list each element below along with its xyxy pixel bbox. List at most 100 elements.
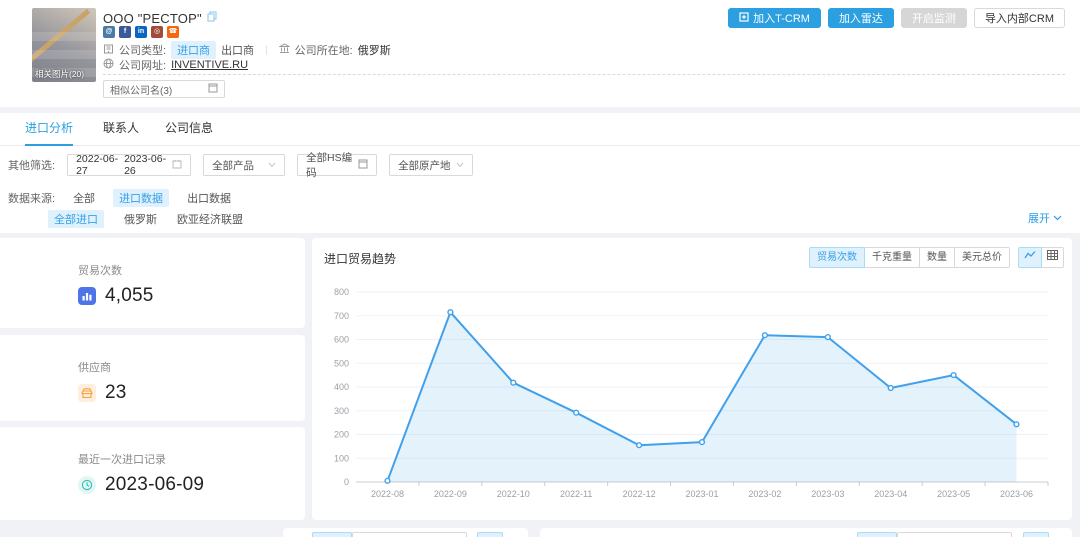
- photo-decor: [32, 50, 96, 59]
- add-to-tcrm-label: 加入T-CRM: [753, 10, 810, 26]
- add-to-radar-label: 加入雷达: [839, 10, 883, 26]
- building-icon: [103, 43, 114, 57]
- t-crm-icon: [739, 12, 749, 25]
- facebook-icon[interactable]: f: [119, 26, 131, 38]
- page: 相关图片(20) OOO "PECTOP" @ f in ◎ ☎ 公司类型: 进…: [0, 0, 1080, 537]
- start-monitoring-button[interactable]: 开启监测: [901, 8, 967, 28]
- chart-controls: 贸易次数 千克重量 数量 美元总价: [809, 247, 1064, 268]
- company-type-export-tag[interactable]: 出口商: [221, 42, 254, 58]
- data-source-row: 数据来源: 全部 进口数据 出口数据: [8, 189, 231, 207]
- start-monitoring-label: 开启监测: [912, 10, 956, 26]
- svg-text:300: 300: [334, 406, 349, 416]
- tab-contacts[interactable]: 联系人: [103, 113, 139, 146]
- import-trend-card: 进口贸易趋势 贸易次数 千克重量 数量 美元总价 010020030040050…: [312, 238, 1072, 520]
- sub-option-all-import[interactable]: 全部进口: [48, 210, 104, 228]
- table-view-button[interactable]: [1041, 247, 1064, 268]
- expand-link[interactable]: 展开: [1028, 210, 1062, 226]
- date-start: 2022-06-27: [76, 153, 124, 177]
- stat-card-suppliers: 供应商 23: [0, 335, 305, 421]
- svg-text:2022-12: 2022-12: [623, 489, 656, 499]
- clock-icon: [78, 476, 96, 494]
- source-option-export[interactable]: 出口数据: [187, 190, 231, 206]
- globe-icon: [103, 58, 114, 72]
- linkedin-icon[interactable]: in: [135, 26, 147, 38]
- svg-text:2022-10: 2022-10: [497, 489, 530, 499]
- metric-toggle-partial[interactable]: [897, 532, 1012, 537]
- divider: |: [265, 45, 268, 56]
- company-photo[interactable]: 相关图片(20): [32, 8, 96, 82]
- date-range-picker[interactable]: 2022-06-27 2023-06-26: [67, 154, 191, 176]
- instagram-icon[interactable]: ◎: [151, 26, 163, 38]
- location-label: 公司所在地:: [295, 42, 353, 58]
- data-source-label: 数据来源:: [8, 190, 55, 206]
- other-filters-label: 其他筛选:: [8, 157, 55, 173]
- phone-icon[interactable]: ☎: [167, 26, 179, 38]
- svg-text:2023-05: 2023-05: [937, 489, 970, 499]
- bar-chart-icon: [78, 287, 96, 305]
- metric-toggle-partial[interactable]: [857, 532, 897, 537]
- metric-toggle-group: 贸易次数 千克重量 数量 美元总价: [809, 247, 1010, 268]
- copy-icon[interactable]: [207, 9, 218, 27]
- tabs: 进口分析 联系人 公司信息: [0, 113, 1080, 146]
- product-select[interactable]: 全部产品: [203, 154, 285, 176]
- line-chart-icon: [1024, 248, 1036, 267]
- chevron-down-icon: [268, 159, 276, 171]
- stat-label: 贸易次数: [78, 262, 305, 278]
- import-internal-crm-label: 导入内部CRM: [985, 10, 1054, 26]
- view-toggle-partial[interactable]: [1023, 532, 1049, 537]
- table-icon: [1047, 248, 1058, 267]
- svg-text:2023-01: 2023-01: [685, 489, 718, 499]
- metric-kg-weight[interactable]: 千克重量: [864, 247, 920, 268]
- svg-text:0: 0: [344, 477, 349, 487]
- svg-text:2022-09: 2022-09: [434, 489, 467, 499]
- shop-icon: [78, 384, 96, 402]
- photo-decor: [32, 32, 96, 41]
- svg-text:2023-04: 2023-04: [874, 489, 907, 499]
- metric-quantity[interactable]: 数量: [919, 247, 955, 268]
- import-trend-line-chart[interactable]: 01002003004005006007008002022-082022-092…: [320, 282, 1064, 510]
- similar-companies-dropdown[interactable]: 相似公司名(3): [103, 80, 225, 98]
- tab-import-analysis[interactable]: 进口分析: [25, 113, 73, 146]
- view-toggle-group: [1018, 247, 1064, 268]
- svg-text:2023-06: 2023-06: [1000, 489, 1033, 499]
- origin-select[interactable]: 全部原产地: [389, 154, 473, 176]
- website-label: 公司网址:: [119, 57, 166, 73]
- chart-title: 进口贸易趋势: [324, 250, 396, 267]
- blog-icon[interactable]: @: [103, 26, 115, 38]
- add-to-radar-button[interactable]: 加入雷达: [828, 8, 894, 28]
- svg-text:700: 700: [334, 311, 349, 321]
- svg-text:500: 500: [334, 358, 349, 368]
- sub-option-eaeu[interactable]: 欧亚经济联盟: [177, 211, 243, 227]
- company-header: 相关图片(20) OOO "PECTOP" @ f in ◎ ☎ 公司类型: 进…: [0, 0, 1080, 107]
- view-toggle-partial[interactable]: [477, 532, 503, 537]
- add-to-tcrm-button[interactable]: 加入T-CRM: [728, 8, 821, 28]
- location-value: 俄罗斯: [358, 42, 391, 58]
- chevron-down-icon: [1053, 212, 1062, 224]
- chevron-down-icon: [456, 159, 464, 171]
- header-actions: 加入T-CRM 加入雷达 开启监测 导入内部CRM: [728, 8, 1065, 28]
- stat-card-trade-count: 贸易次数 4,055: [0, 238, 305, 328]
- hs-code-select[interactable]: 全部HS编码: [297, 154, 377, 176]
- date-end: 2023-06-26: [124, 153, 172, 177]
- website-row: 公司网址: INVENTIVE.RU: [103, 57, 248, 73]
- divider: [103, 74, 1065, 75]
- bank-icon: [279, 43, 290, 57]
- company-name: OOO "PECTOP": [103, 11, 202, 26]
- line-chart-view-button[interactable]: [1018, 247, 1042, 268]
- metric-trade-count[interactable]: 贸易次数: [809, 247, 865, 268]
- metric-usd-total[interactable]: 美元总价: [954, 247, 1010, 268]
- svg-text:2022-11: 2022-11: [560, 489, 592, 499]
- metric-toggle-partial[interactable]: [312, 532, 352, 537]
- related-images-label: 相关图片(20): [32, 68, 96, 80]
- stat-value: 2023-06-09: [105, 474, 204, 496]
- metric-toggle-partial[interactable]: [352, 532, 467, 537]
- website-link[interactable]: INVENTIVE.RU: [171, 59, 248, 71]
- svg-text:100: 100: [334, 453, 349, 463]
- import-internal-crm-button[interactable]: 导入内部CRM: [974, 8, 1065, 28]
- product-select-value: 全部产品: [212, 158, 254, 173]
- source-option-all[interactable]: 全部: [73, 190, 95, 206]
- stat-value: 4,055: [105, 285, 154, 307]
- sub-option-russia[interactable]: 俄罗斯: [124, 211, 157, 227]
- source-option-import[interactable]: 进口数据: [113, 189, 169, 207]
- tab-company-info[interactable]: 公司信息: [165, 113, 213, 146]
